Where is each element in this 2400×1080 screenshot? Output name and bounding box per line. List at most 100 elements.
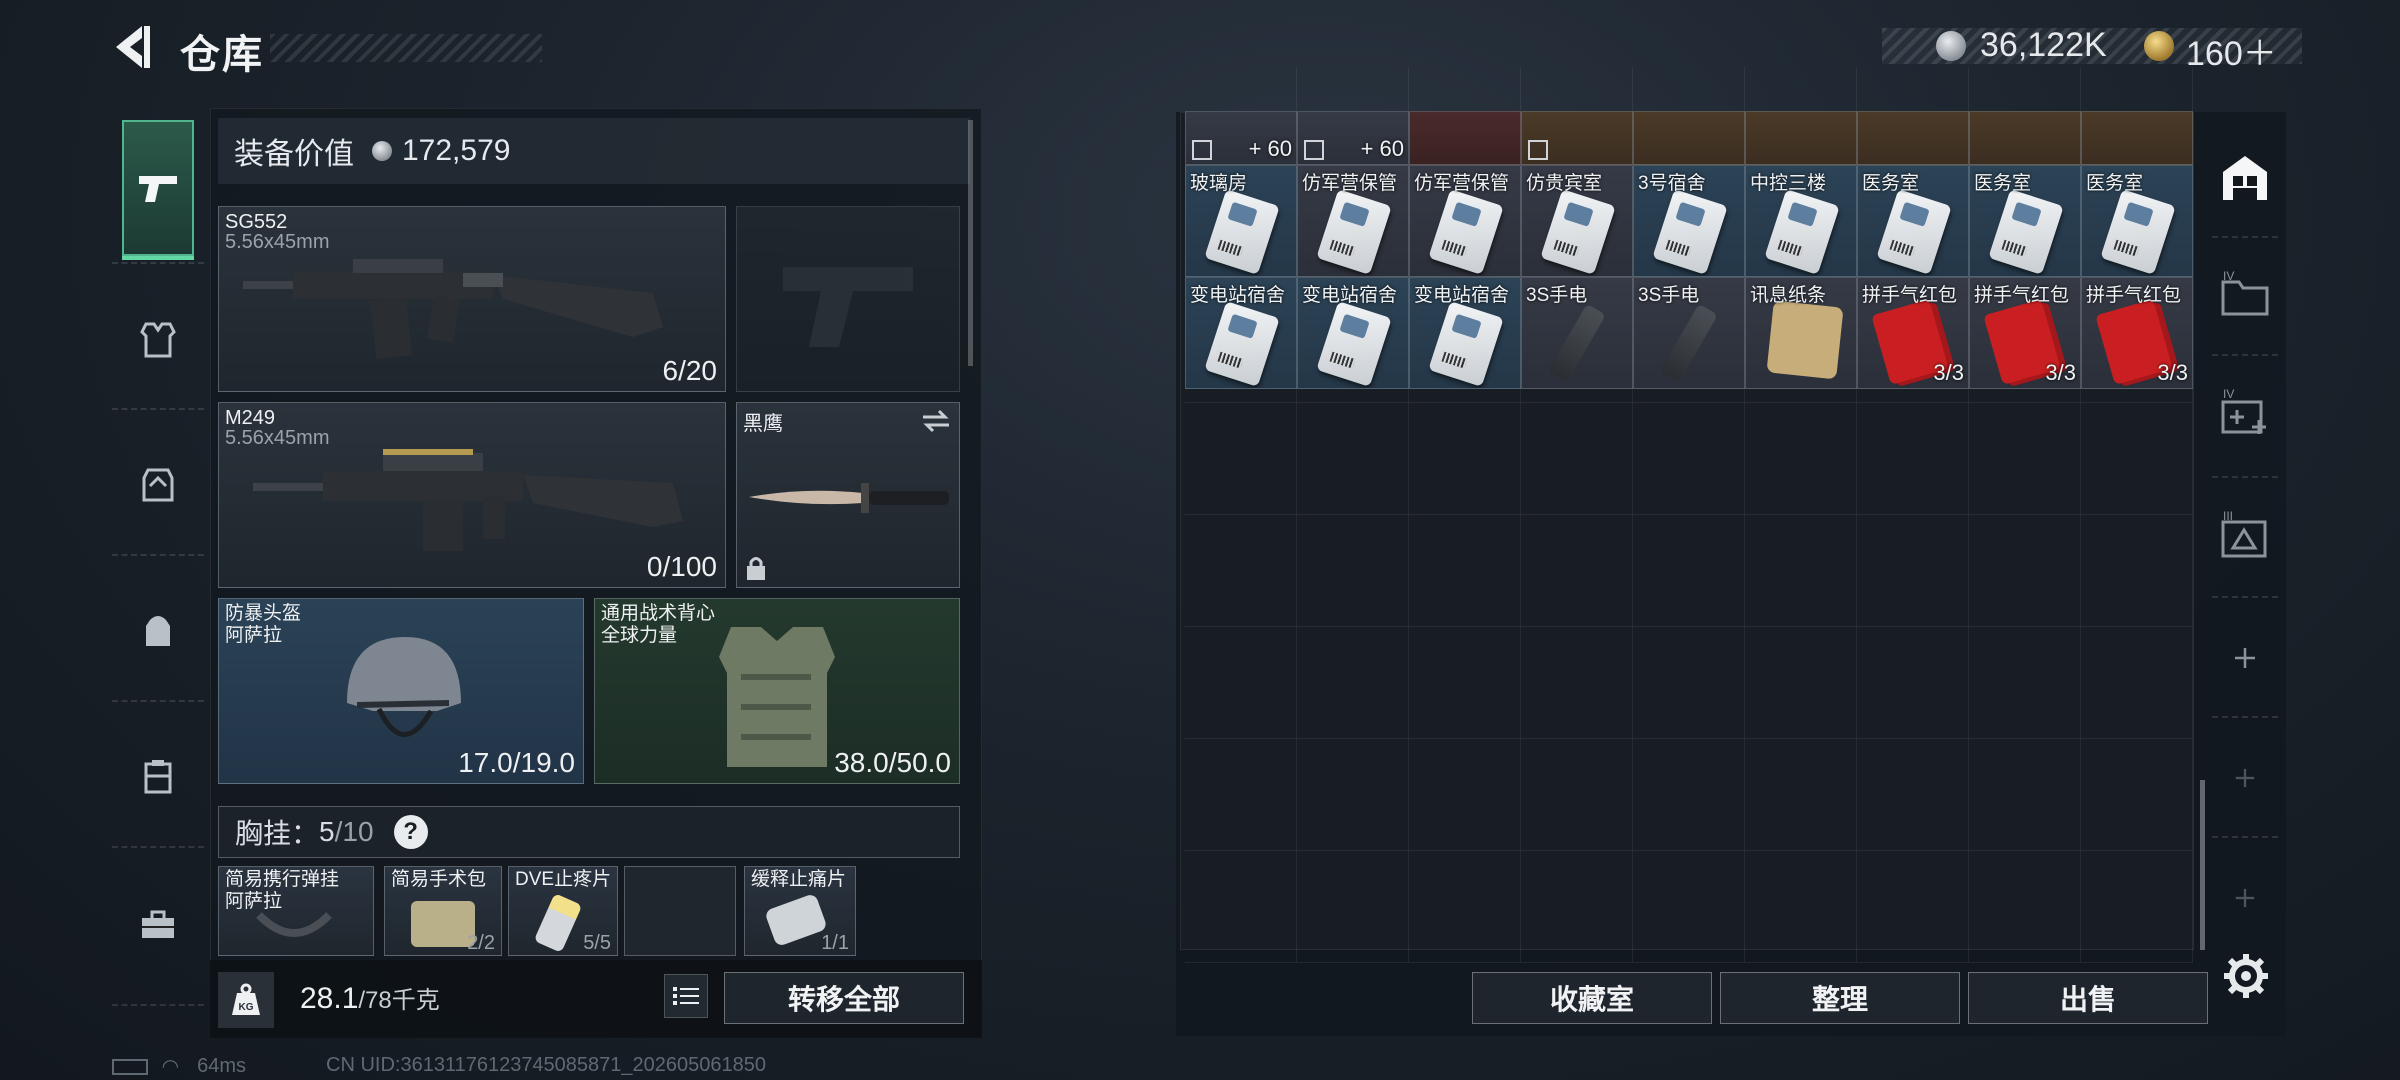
chest-item-1[interactable]: 简易携行弹挂 阿萨拉 [218, 866, 374, 956]
storage-item[interactable]: 变电站宿舍 [1185, 277, 1297, 389]
storage-item[interactable]: 3S手电 [1633, 277, 1745, 389]
storage-cell[interactable] [2081, 627, 2193, 739]
storage-cell[interactable] [1297, 627, 1409, 739]
storage-cell[interactable] [1969, 515, 2081, 627]
helmet-slot[interactable]: 防暴头盔 阿萨拉 17.0/19.0 [218, 598, 584, 784]
gold-amount[interactable]: 160＋ [2186, 26, 2277, 75]
storage-cell[interactable] [1633, 627, 1745, 739]
chest-item-5[interactable]: 缓释止痛片 1/1 [744, 866, 856, 956]
storage-scrollbar[interactable] [2200, 780, 2205, 950]
storage-cell[interactable] [1297, 515, 1409, 627]
storage-item[interactable]: 医务室 [2081, 165, 2193, 277]
help-icon[interactable]: ? [393, 815, 428, 849]
storage-cell[interactable] [1409, 515, 1521, 627]
storage-item[interactable] [1969, 111, 2081, 165]
vest-slot[interactable]: 通用战术背心 全球力量 38.0/50.0 [594, 598, 960, 784]
nav-backpack[interactable] [122, 562, 194, 698]
storage-item[interactable] [1521, 111, 1633, 165]
storage-item[interactable]: 变电站宿舍 [1409, 277, 1521, 389]
storage-tab-main[interactable] [2206, 128, 2284, 228]
storage-cell[interactable] [2081, 515, 2193, 627]
nav-rig[interactable] [122, 416, 194, 552]
add-storage-button-2[interactable] [2206, 728, 2284, 828]
left-scrollbar[interactable] [968, 120, 973, 366]
storage-item[interactable]: 拼手气红包 3/3 [1857, 277, 1969, 389]
storage-cell[interactable] [2081, 739, 2193, 851]
storage-item[interactable]: 中控三楼 [1745, 165, 1857, 277]
storage-item[interactable] [2081, 111, 2193, 165]
nav-container[interactable] [122, 708, 194, 844]
storage-cell[interactable] [2081, 851, 2193, 963]
storage-cell[interactable] [1745, 515, 1857, 627]
storage-cell[interactable] [1969, 851, 2081, 963]
storage-cell[interactable] [1857, 851, 1969, 963]
storage-tab-iii[interactable]: III [2206, 484, 2284, 584]
storage-cell[interactable] [1633, 851, 1745, 963]
chest-item-2[interactable]: 简易手术包 2/2 [384, 866, 502, 956]
back-button[interactable] [108, 22, 158, 72]
collection-room-button[interactable]: 收藏室 [1472, 972, 1712, 1024]
storage-item[interactable]: 变电站宿舍 [1297, 277, 1409, 389]
storage-item[interactable] [1633, 111, 1745, 165]
storage-cell[interactable] [1297, 851, 1409, 963]
storage-cell[interactable] [1409, 851, 1521, 963]
storage-item[interactable]: 仿军营保管 [1297, 165, 1409, 277]
storage-cell[interactable] [1297, 739, 1409, 851]
storage-cell[interactable] [1185, 403, 1297, 515]
storage-item[interactable] [1857, 111, 1969, 165]
storage-item[interactable]: 拼手气红包 3/3 [1969, 277, 2081, 389]
storage-item[interactable]: 拼手气红包 3/3 [2081, 277, 2193, 389]
storage-item[interactable]: + 60 [1185, 111, 1297, 165]
storage-item[interactable]: 玻璃房 [1185, 165, 1297, 277]
storage-cell[interactable] [1185, 851, 1297, 963]
storage-cell[interactable] [1297, 403, 1409, 515]
sort-button[interactable]: 整理 [1720, 972, 1960, 1024]
sell-button[interactable]: 出售 [1968, 972, 2208, 1024]
add-storage-button-1[interactable] [2206, 608, 2284, 708]
storage-tab-iv-b[interactable]: IV [2206, 362, 2284, 462]
storage-item[interactable]: 3号宿舍 [1633, 165, 1745, 277]
storage-cell[interactable] [2081, 403, 2193, 515]
nav-armor[interactable] [122, 272, 194, 408]
storage-cell[interactable] [1857, 403, 1969, 515]
storage-cell[interactable] [1745, 403, 1857, 515]
pistol-slot[interactable] [736, 206, 960, 392]
storage-cell[interactable] [1521, 739, 1633, 851]
storage-item[interactable]: 3S手电 [1521, 277, 1633, 389]
transfer-all-button[interactable]: 转移全部 [724, 972, 964, 1024]
storage-cell[interactable] [1185, 739, 1297, 851]
melee-slot[interactable]: 黑鹰 [736, 402, 960, 588]
storage-cell[interactable] [1633, 403, 1745, 515]
chest-item-3[interactable]: DVE止疼片 5/5 [508, 866, 618, 956]
storage-item[interactable]: 仿军营保管 [1409, 165, 1521, 277]
storage-cell[interactable] [1409, 403, 1521, 515]
storage-cell[interactable] [1521, 403, 1633, 515]
storage-cell[interactable] [1409, 739, 1521, 851]
storage-cell[interactable] [1521, 851, 1633, 963]
storage-cell[interactable] [1969, 627, 2081, 739]
storage-cell[interactable] [1857, 627, 1969, 739]
storage-item[interactable] [1745, 111, 1857, 165]
storage-item[interactable] [1409, 111, 1521, 165]
storage-cell[interactable] [1745, 739, 1857, 851]
storage-cell[interactable] [1633, 515, 1745, 627]
storage-cell[interactable] [1521, 515, 1633, 627]
settings-button[interactable] [2222, 952, 2270, 1000]
storage-cell[interactable] [1857, 739, 1969, 851]
storage-tab-iv-a[interactable]: IV [2206, 244, 2284, 344]
primary-weapon-slot[interactable]: SG552 5.56x45mm 6/20 [218, 206, 726, 392]
chest-item-4-empty[interactable] [624, 866, 736, 956]
storage-item[interactable]: 医务室 [1857, 165, 1969, 277]
storage-cell[interactable] [1857, 515, 1969, 627]
storage-item[interactable]: 讯息纸条 [1745, 277, 1857, 389]
storage-item[interactable]: 仿贵宾室 [1521, 165, 1633, 277]
storage-cell[interactable] [1745, 627, 1857, 739]
storage-cell[interactable] [1969, 403, 2081, 515]
nav-toolbox[interactable] [122, 856, 194, 992]
storage-cell[interactable] [1521, 627, 1633, 739]
secondary-weapon-slot[interactable]: M249 5.56x45mm 0/100 [218, 402, 726, 588]
nav-weapon[interactable] [122, 120, 194, 260]
storage-item[interactable]: 医务室 [1969, 165, 2081, 277]
add-storage-button-3[interactable] [2206, 848, 2284, 948]
storage-item[interactable]: + 60 [1297, 111, 1409, 165]
